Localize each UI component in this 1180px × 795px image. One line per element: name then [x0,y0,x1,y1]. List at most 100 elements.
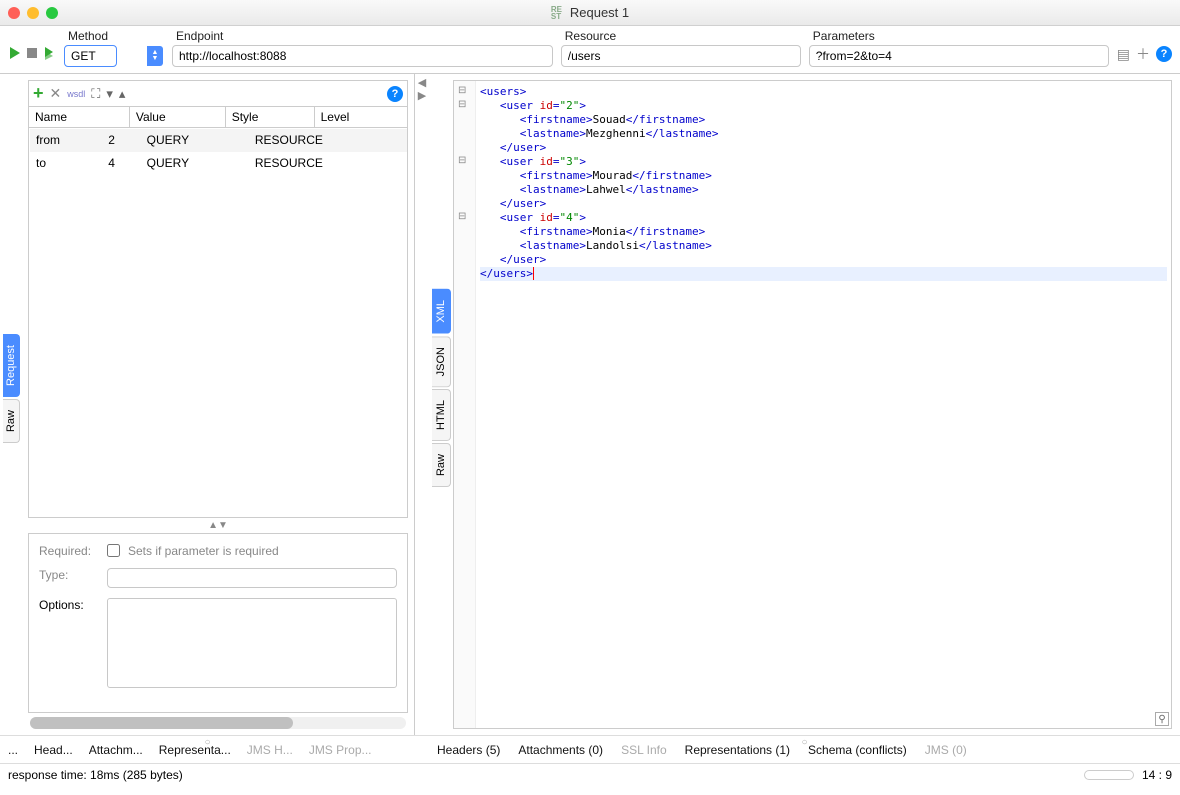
resource-label: Resource [561,29,801,43]
close-window-icon[interactable] [8,7,20,19]
tab-html[interactable]: HTML [432,389,451,441]
col-name[interactable]: Name [29,107,130,128]
tab-raw-response[interactable]: Raw [432,443,451,487]
right-vertical-tabs: XML JSON HTML Raw [429,74,453,735]
right-toolbar: ▤ ＋ ? [1117,44,1172,67]
params-area: from2QUERYRESOURCEto4QUERYRESOURCE [28,128,408,518]
endpoint-input[interactable] [172,45,553,67]
remove-param-icon[interactable]: ✕ [50,85,62,102]
window-title: REST Request 1 [551,5,629,20]
response-body[interactable]: ⊟ ⊟ ⊟ ⊟ <users> <user id="2"> <firstname>So… [453,80,1172,729]
cell-name[interactable]: to [30,152,102,175]
cell-value[interactable]: 2 [102,129,140,152]
mini-scrollbar[interactable] [1084,770,1134,780]
bottom-tabs: ○ ... Head... Attachm... Representa... JMS H… [0,735,1180,763]
maximize-window-icon[interactable] [46,7,58,19]
request-body: + ✕ wsdl ⛶ ▾ ▴ ? Name Value Style Level [22,74,414,735]
bottom-tab[interactable]: Representa... [159,743,231,757]
fold-icon[interactable]: ⊟ [458,211,466,222]
expand-icon[interactable]: ⛶ [91,86,100,102]
required-checkbox[interactable] [107,544,120,557]
horizontal-scrollbar[interactable] [30,717,406,729]
status-bar: response time: 18ms (285 bytes) 14 : 9 [0,763,1180,785]
fold-icon[interactable]: ⊟ [458,85,466,96]
select-arrows-icon: ▲▼ [147,46,163,66]
col-level[interactable]: Level [314,107,407,128]
tab-json[interactable]: JSON [432,336,451,387]
bottom-tab[interactable]: JMS (0) [925,743,967,757]
resource-input[interactable] [561,45,801,67]
xml-view[interactable]: <users> <user id="2"> <firstname>Souad</… [454,81,1171,285]
add-icon[interactable]: ＋ [1136,44,1150,64]
param-help-icon[interactable]: ? [387,86,403,102]
bottom-tab[interactable]: Schema (conflicts) [808,743,907,757]
bottom-tab[interactable]: JMS Prop... [309,743,372,757]
param-toolbar: + ✕ wsdl ⛶ ▾ ▴ ? [28,80,408,106]
type-input[interactable] [107,568,397,588]
chevron-up-icon[interactable]: ▴ [119,86,126,102]
tab-raw-request[interactable]: Raw [3,399,20,443]
bottom-tab[interactable]: Representations (1) [685,743,790,757]
request-panel: Request Raw + ✕ wsdl ⛶ ▾ ▴ ? Name Value … [0,74,415,735]
method-select[interactable]: GET [64,45,117,67]
col-value[interactable]: Value [129,107,225,128]
bottom-tab[interactable]: SSL Info [621,743,667,757]
request-bottom-tabs: ○ ...Head...Attachm...Representa...JMS H… [0,743,415,757]
param-detail-panel: Required: Sets if parameter is required … [28,533,408,713]
config-icon[interactable]: ▤ [1117,46,1130,63]
left-vertical-tabs: Request Raw [0,74,22,735]
endpoint-field: Endpoint [172,29,553,67]
add-param-icon[interactable]: + [33,83,44,104]
grip-icon[interactable]: ○ [204,737,210,748]
window-controls [8,7,58,19]
stop-icon[interactable] [26,47,38,62]
options-label: Options: [39,598,99,612]
bottom-tab[interactable]: Attachments (0) [518,743,603,757]
bottom-tab[interactable]: JMS H... [247,743,293,757]
collapse-right-icon[interactable]: ▶ [418,89,426,102]
cursor-position: 14 : 9 [1142,768,1172,782]
options-textarea[interactable] [107,598,397,688]
play-icon[interactable] [8,46,22,63]
fold-icon[interactable]: ⊟ [458,99,466,110]
minimize-window-icon[interactable] [27,7,39,19]
fold-icon[interactable]: ⊟ [458,155,466,166]
splitter[interactable]: ◀ ▶ [415,74,429,735]
bottom-tab[interactable]: Head... [34,743,73,757]
status-text: response time: 18ms (285 bytes) [8,768,183,782]
cell-style[interactable]: QUERY [140,129,248,152]
response-panel: XML JSON HTML Raw ⊟ ⊟ ⊟ ⊟ <users> <user id=… [429,74,1180,735]
rest-icon: REST [551,6,565,20]
required-label: Required: [39,544,99,558]
zoom-icon[interactable]: ⚲ [1155,712,1169,726]
vertical-resize-handle[interactable]: ▲▼ [28,518,408,533]
parameters-input[interactable] [809,45,1109,67]
main-area: Request Raw + ✕ wsdl ⛶ ▾ ▴ ? Name Value … [0,74,1180,735]
cell-level[interactable]: RESOURCE [248,129,406,152]
wsdl-icon[interactable]: wsdl [67,89,85,99]
bottom-tab[interactable]: Headers (5) [437,743,500,757]
fold-gutter: ⊟ ⊟ ⊟ ⊟ [454,81,476,728]
collapse-left-icon[interactable]: ◀ [418,76,426,89]
tab-xml[interactable]: XML [432,289,451,334]
cell-value[interactable]: 4 [102,152,140,175]
request-bar: Method GET ▲▼ Endpoint Resource Paramete… [0,26,1180,74]
tab-request[interactable]: Request [3,334,20,397]
titlebar: REST Request 1 [0,0,1180,26]
chevron-down-icon[interactable]: ▾ [106,86,113,102]
cell-level[interactable]: RESOURCE [248,152,406,175]
reload-icon[interactable] [42,46,56,63]
cell-style[interactable]: QUERY [140,152,248,175]
parameters-label: Parameters [809,29,1109,43]
endpoint-label: Endpoint [172,29,553,43]
table-row[interactable]: from2QUERYRESOURCE [30,129,407,152]
help-icon[interactable]: ? [1156,46,1172,62]
window-title-text: Request 1 [570,5,629,20]
table-row[interactable]: to4QUERYRESOURCE [30,152,407,175]
bottom-tab[interactable]: ... [8,743,18,757]
cell-name[interactable]: from [30,129,102,152]
grip-icon[interactable]: ○ [801,737,807,748]
method-label: Method [64,29,164,43]
col-style[interactable]: Style [225,107,314,128]
bottom-tab[interactable]: Attachm... [89,743,143,757]
